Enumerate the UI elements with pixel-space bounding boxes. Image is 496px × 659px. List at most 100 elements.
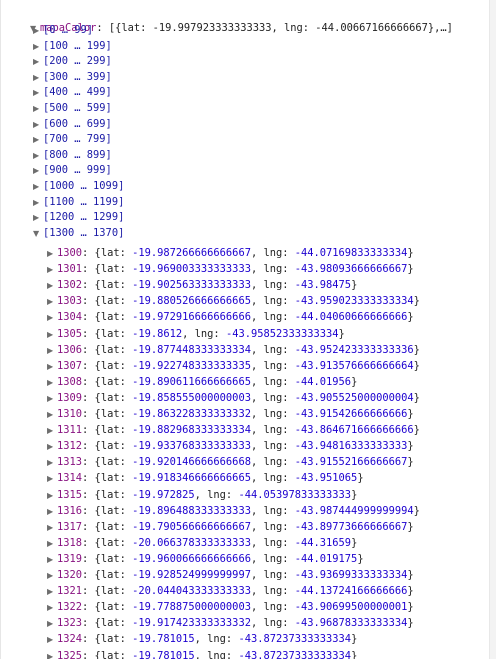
entry-lat: -19.969003333333333 [132, 263, 251, 276]
group-row[interactable]: ▶ [1100 … 1199] [33, 194, 124, 210]
triangle-right-icon[interactable]: ▶ [33, 70, 43, 86]
entry-row[interactable]: ▶ 1322: {lat: -19.778875000000003, lng: -… [47, 599, 414, 615]
entry-lat: -19.896488333333333 [132, 504, 251, 517]
triangle-right-icon[interactable]: ▶ [47, 520, 57, 536]
entry-row[interactable]: ▶ 1315: {lat: -19.972825, lng: -44.053978… [47, 487, 357, 503]
entry-row[interactable]: ▶ 1309: {lat: -19.858555000000003, lng: -… [47, 390, 420, 406]
root-row[interactable]: ▼ mapaCalor: [{lat: -19.997923333333333, … [5, 4, 453, 34]
entry-index: 1308 [57, 375, 83, 388]
entry-row[interactable]: ▶ 1300: {lat: -19.987266666666667, lng: -… [47, 245, 414, 261]
entry-row[interactable]: ▶ 1308: {lat: -19.890611666666665, lng: -… [47, 374, 357, 390]
entry-lat: -20.066378333333333 [132, 536, 251, 549]
entry-row[interactable]: ▶ 1310: {lat: -19.863228333333332, lng: -… [47, 406, 414, 422]
triangle-right-icon[interactable]: ▶ [33, 85, 43, 101]
group-range-label: [500 … 599] [43, 102, 112, 114]
triangle-right-icon[interactable]: ▶ [47, 375, 57, 391]
triangle-right-icon[interactable]: ▶ [47, 552, 57, 568]
entry-lng: -43.951065 [294, 472, 358, 485]
entry-row[interactable]: ▶ 1313: {lat: -19.920146666666668, lng: -… [47, 454, 414, 470]
group-row[interactable]: ▶ [900 … 999] [33, 162, 112, 178]
group-row[interactable]: ▶ [700 … 799] [33, 131, 112, 147]
triangle-right-icon[interactable]: ▶ [33, 179, 43, 195]
entry-row[interactable]: ▶ 1319: {lat: -19.960066666666666, lng: -… [47, 551, 364, 567]
triangle-right-icon[interactable]: ▶ [47, 407, 57, 423]
triangle-right-icon[interactable]: ▶ [47, 568, 57, 584]
triangle-right-icon[interactable]: ▶ [47, 310, 57, 326]
triangle-right-icon[interactable]: ▶ [47, 391, 57, 407]
entry-row[interactable]: ▶ 1301: {lat: -19.969003333333333, lng: -… [47, 261, 414, 277]
entry-row[interactable]: ▶ 1325: {lat: -19.781015, lng: -43.872373… [47, 648, 357, 659]
triangle-right-icon[interactable]: ▶ [33, 101, 43, 117]
group-row[interactable]: ▶ [500 … 599] [33, 100, 112, 116]
triangle-right-icon[interactable]: ▶ [33, 132, 43, 148]
triangle-right-icon[interactable]: ▶ [33, 39, 43, 55]
triangle-right-icon[interactable]: ▶ [47, 439, 57, 455]
triangle-right-icon[interactable]: ▶ [47, 584, 57, 600]
entry-lng: -43.94816333333333 [294, 440, 408, 453]
entry-lng: -43.905525000000004 [294, 391, 414, 404]
triangle-right-icon[interactable]: ▶ [47, 343, 57, 359]
entry-lng: -43.952423333333336 [294, 343, 414, 356]
entry-lng: -43.95852333333334 [225, 327, 339, 340]
group-row[interactable]: ▶ [800 … 899] [33, 147, 112, 163]
triangle-right-icon[interactable]: ▶ [33, 23, 43, 39]
entry-lng: -43.98093666666667 [294, 263, 408, 276]
group-row[interactable]: ▼ [1300 … 1370] [33, 225, 124, 241]
triangle-right-icon[interactable]: ▶ [47, 504, 57, 520]
entry-row[interactable]: ▶ 1317: {lat: -19.790566666666667, lng: -… [47, 519, 414, 535]
triangle-right-icon[interactable]: ▶ [47, 327, 57, 343]
entry-lng: -43.87237333333334 [238, 649, 352, 659]
group-row[interactable]: ▶ [300 … 399] [33, 69, 112, 85]
group-row[interactable]: ▶ [400 … 499] [33, 84, 112, 100]
group-row[interactable]: ▶ [600 … 699] [33, 116, 112, 132]
triangle-right-icon[interactable]: ▶ [47, 536, 57, 552]
triangle-right-icon[interactable]: ▶ [47, 262, 57, 278]
entry-row[interactable]: ▶ 1318: {lat: -20.066378333333333, lng: -… [47, 535, 357, 551]
triangle-right-icon[interactable]: ▶ [33, 54, 43, 70]
triangle-right-icon[interactable]: ▶ [47, 278, 57, 294]
group-row[interactable]: ▶ [0 … 99] [33, 22, 93, 38]
triangle-right-icon[interactable]: ▶ [33, 117, 43, 133]
entry-row[interactable]: ▶ 1305: {lat: -19.8612, lng: -43.95852333… [47, 326, 345, 342]
triangle-right-icon[interactable]: ▶ [47, 488, 57, 504]
entry-row[interactable]: ▶ 1311: {lat: -19.882968333333334, lng: -… [47, 422, 420, 438]
group-row[interactable]: ▶ [1000 … 1099] [33, 178, 124, 194]
triangle-right-icon[interactable]: ▶ [47, 649, 57, 659]
triangle-right-icon[interactable]: ▶ [47, 600, 57, 616]
group-row[interactable]: ▶ [200 … 299] [33, 53, 112, 69]
entry-row[interactable]: ▶ 1304: {lat: -19.972916666666666, lng: -… [47, 309, 414, 325]
triangle-right-icon[interactable]: ▶ [33, 210, 43, 226]
triangle-right-icon[interactable]: ▶ [47, 246, 57, 262]
entry-index: 1317 [57, 520, 83, 533]
entry-row[interactable]: ▶ 1306: {lat: -19.877448333333334, lng: -… [47, 342, 420, 358]
entry-row[interactable]: ▶ 1314: {lat: -19.918346666666665, lng: -… [47, 470, 364, 486]
entry-row[interactable]: ▶ 1312: {lat: -19.933768333333333, lng: -… [47, 438, 414, 454]
entry-row[interactable]: ▶ 1307: {lat: -19.922748333333335, lng: -… [47, 358, 420, 374]
entry-row[interactable]: ▶ 1321: {lat: -20.044043333333333, lng: -… [47, 583, 414, 599]
entry-row[interactable]: ▶ 1323: {lat: -19.917423333333332, lng: -… [47, 615, 414, 631]
triangle-right-icon[interactable]: ▶ [47, 632, 57, 648]
group-row[interactable]: ▶ [1200 … 1299] [33, 209, 124, 225]
triangle-down-icon[interactable]: ▼ [33, 226, 43, 242]
entry-row[interactable]: ▶ 1324: {lat: -19.781015, lng: -43.872373… [47, 631, 357, 647]
group-range-label: [700 … 799] [43, 133, 112, 146]
scrollbar[interactable] [489, 0, 496, 659]
entry-index: 1311 [57, 424, 83, 437]
triangle-right-icon[interactable]: ▶ [47, 294, 57, 310]
triangle-right-icon[interactable]: ▶ [47, 471, 57, 487]
entry-lat: -19.790566666666667 [132, 520, 251, 533]
triangle-right-icon[interactable]: ▶ [47, 455, 57, 471]
triangle-right-icon[interactable]: ▶ [47, 423, 57, 439]
console-object-tree: ▼ mapaCalor: [{lat: -19.997923333333333, … [0, 0, 491, 659]
entry-row[interactable]: ▶ 1302: {lat: -19.902563333333333, lng: -… [47, 277, 357, 293]
entry-row[interactable]: ▶ 1303: {lat: -19.880526666666665, lng: -… [47, 293, 420, 309]
triangle-right-icon[interactable]: ▶ [47, 359, 57, 375]
entry-lng: -44.01956 [294, 375, 352, 388]
triangle-right-icon[interactable]: ▶ [33, 195, 43, 211]
entry-row[interactable]: ▶ 1320: {lat: -19.928524999999997, lng: -… [47, 567, 414, 583]
triangle-right-icon[interactable]: ▶ [33, 148, 43, 164]
group-row[interactable]: ▶ [100 … 199] [33, 38, 112, 54]
triangle-right-icon[interactable]: ▶ [33, 163, 43, 179]
triangle-right-icon[interactable]: ▶ [47, 616, 57, 632]
entry-row[interactable]: ▶ 1316: {lat: -19.896488333333333, lng: -… [47, 503, 420, 519]
